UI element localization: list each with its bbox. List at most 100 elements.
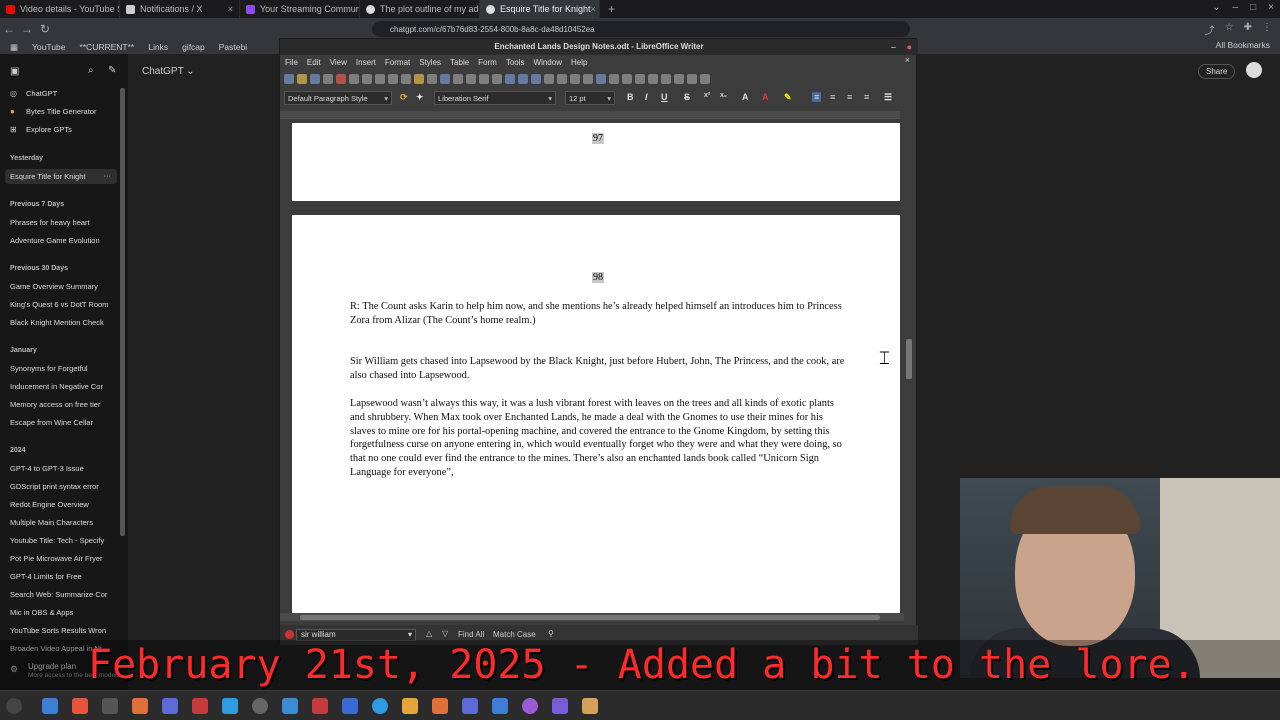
chat-item-selected[interactable]: Esquire Title for Knight ··· [5,169,117,184]
close-icon[interactable]: ● [907,39,912,55]
browser-tab[interactable]: Notifications / X × [120,0,240,18]
hyperlink-icon[interactable] [596,74,606,84]
app-icon[interactable] [582,698,598,714]
new-tab-icon[interactable]: + [600,2,623,16]
page[interactable]: 98 R: The Count asks Karin to help him n… [292,215,900,613]
cross-reference-icon[interactable] [648,74,658,84]
shapes-icon[interactable] [700,74,710,84]
bookmark-icon[interactable] [635,74,645,84]
chat-item[interactable]: Pot Pie Microwave Air Fryer [10,554,110,563]
bookmark-item[interactable]: **CURRENT** [79,42,134,52]
address-bar[interactable]: chatgpt.com/c/67b76d83-2554-800b-8a8c-da… [372,21,910,37]
close-find-icon[interactable] [285,630,294,639]
chat-item[interactable]: GDScript print syntax error [10,482,110,491]
maximize-icon[interactable]: □ [1250,2,1256,13]
match-case-checkbox[interactable]: Match Case [493,630,536,639]
insert-textbox-icon[interactable] [544,74,554,84]
forward-icon[interactable]: → [18,22,36,36]
superscript-icon[interactable]: x² [704,92,710,99]
align-left-icon[interactable]: ≡ [812,92,822,102]
insert-image-icon[interactable] [518,74,528,84]
document-paragraph[interactable]: R: The Count asks Karin to help him now,… [350,300,850,328]
endnote-icon[interactable] [622,74,632,84]
browser-tab[interactable]: The plot outline of my ad× [360,0,480,18]
find-all-button[interactable]: Find All [458,630,484,639]
search-icon[interactable]: ⌕ [88,65,94,76]
special-character-icon[interactable] [583,74,593,84]
close-icon[interactable]: × [228,4,233,14]
app-icon[interactable] [432,698,448,714]
undo-icon[interactable] [440,74,450,84]
share-button[interactable]: Share [1198,64,1236,79]
browser-tab[interactable]: Video details - YouTube S× [0,0,120,18]
open-icon[interactable] [297,74,307,84]
chat-item[interactable]: Black Knight Mention Check [10,318,110,327]
chat-item[interactable]: Multiple Main Characters [10,518,110,527]
export-icon[interactable] [323,74,333,84]
app-icon[interactable] [72,698,88,714]
redo-icon[interactable] [453,74,463,84]
minimize-icon[interactable]: – [1233,2,1239,13]
bookmark-star-icon[interactable]: ☆ [1225,22,1234,37]
app-icon[interactable] [312,698,328,714]
document-paragraph[interactable]: Lapsewood wasn’t always this way, it was… [350,397,850,480]
share-icon[interactable]: ⤴ [1205,22,1215,37]
menu-file[interactable]: File [285,58,298,67]
menu-edit[interactable]: Edit [307,58,321,67]
chat-item[interactable]: King's Quest 6 vs DotT Room [10,300,110,309]
app-icon[interactable] [222,698,238,714]
app-icon[interactable] [552,698,568,714]
font-size-box[interactable]: 12 pt ▾ [565,91,615,105]
new-icon[interactable] [284,74,294,84]
menu-tools[interactable]: Tools [506,58,525,67]
bookmark-item[interactable]: YouTube [32,42,65,52]
extension-icon[interactable]: ✚ [1244,22,1252,37]
more-icon[interactable]: ··· [104,171,112,180]
app-icon[interactable] [282,698,298,714]
horizontal-scroll-thumb[interactable] [300,615,880,620]
app-icon[interactable] [102,698,118,714]
tab-search-icon[interactable]: ⌄ [1212,2,1220,13]
app-icon[interactable] [192,698,208,714]
app-icon[interactable] [522,698,538,714]
find-next-icon[interactable]: ▽ [442,629,448,638]
find-replace-icon[interactable] [466,74,476,84]
spelling-icon[interactable] [479,74,489,84]
menu-view[interactable]: View [330,58,347,67]
ruler[interactable] [280,111,900,119]
start-menu-icon[interactable] [6,698,22,714]
chat-item[interactable]: Redot Engine Overview [10,500,110,509]
find-previous-icon[interactable]: △ [426,629,432,638]
strikethrough-icon[interactable]: S [684,92,690,102]
copy-icon[interactable] [388,74,398,84]
new-chat-icon[interactable]: ✎ [108,65,116,76]
italic-icon[interactable]: I [645,92,648,102]
clear-direct-formatting-icon[interactable]: A [742,92,749,102]
cut-icon[interactable] [375,74,385,84]
file-manager-icon[interactable] [42,698,58,714]
app-icon[interactable] [402,698,418,714]
menu-table[interactable]: Table [450,58,469,67]
export-pdf-icon[interactable] [336,74,346,84]
sidebar-item-explore[interactable]: Explore GPTs [26,125,126,134]
subscript-icon[interactable]: x₂ [720,92,727,99]
font-name-box[interactable]: Liberation Serif ▾ [434,91,556,105]
justify-icon[interactable]: ≡ [864,92,869,102]
app-icon[interactable] [252,698,268,714]
menu-insert[interactable]: Insert [356,58,376,67]
browser-tab-active[interactable]: Esquire Title for Knight × [480,0,600,18]
chat-item[interactable]: Mic in OBS & Apps [10,608,110,617]
line-icon[interactable] [687,74,697,84]
app-icon[interactable] [162,698,178,714]
apps-icon[interactable]: ▦ [10,42,18,53]
bold-icon[interactable]: B [627,92,634,102]
app-icon[interactable] [342,698,358,714]
highlight-icon[interactable]: ✎ [784,92,792,103]
menu-format[interactable]: Format [385,58,410,67]
close-document-icon[interactable]: × [905,55,910,65]
chat-item[interactable]: Escape from Wine Cellar [10,418,110,427]
chat-item[interactable]: GPT-4 Limits for Free [10,572,110,581]
chat-item[interactable]: Inducement in Negative Cor [10,382,110,391]
writer-taskbar-icon[interactable] [492,698,508,714]
save-icon[interactable] [310,74,320,84]
